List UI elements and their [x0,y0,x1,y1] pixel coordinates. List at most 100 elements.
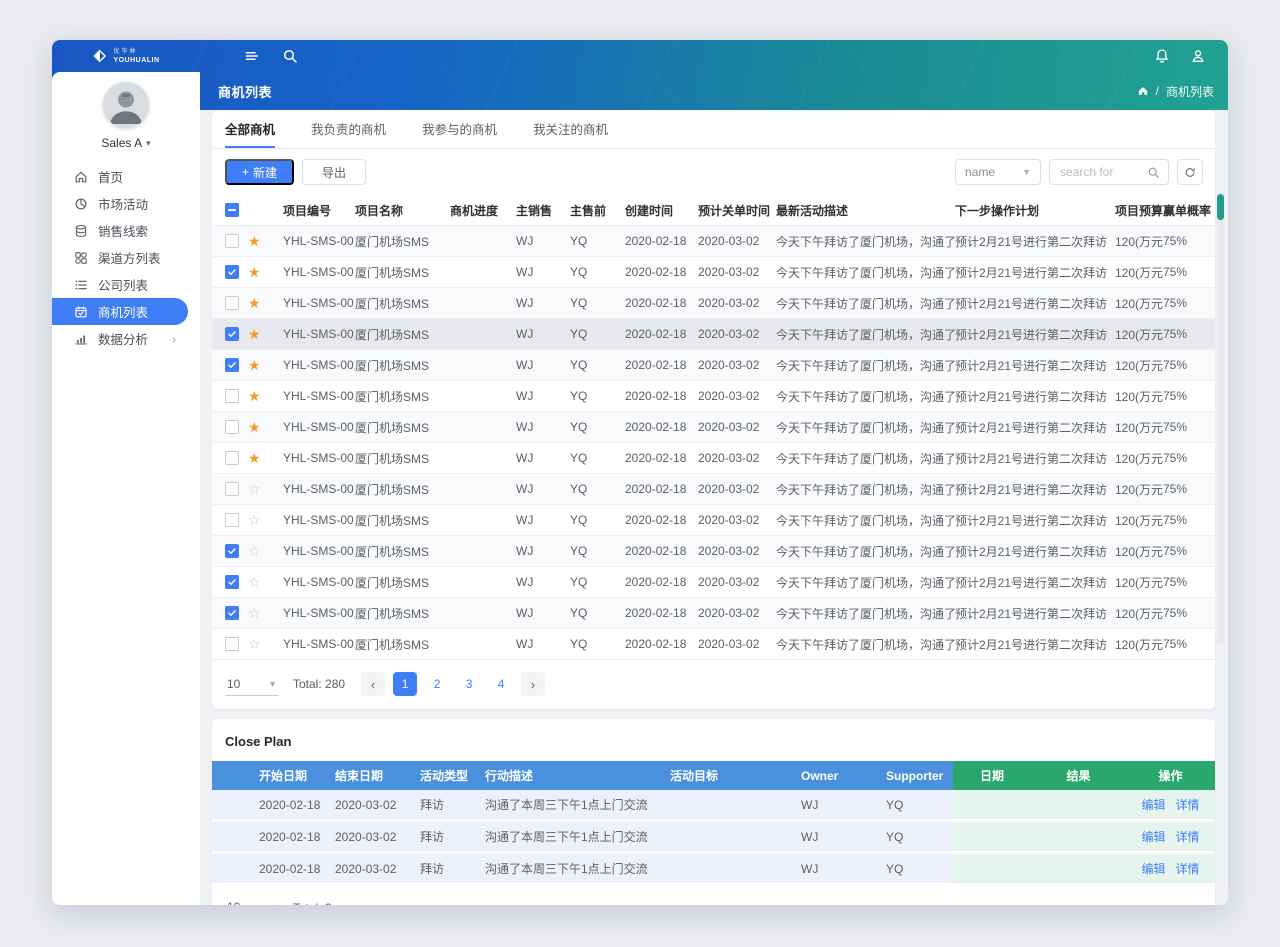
star-icon[interactable]: ☆ [248,513,261,527]
row-checkbox[interactable] [225,265,239,279]
scrollbar-thumb[interactable] [1217,194,1224,220]
latest-activity: 今天下午拜访了厦门机场，沟通了细节 [776,319,955,350]
star-icon[interactable]: ☆ [248,575,261,589]
table-row: ★YHL-SMS-001厦门机场SMSWJYQ2020-02-182020-03… [212,350,1215,381]
search-input[interactable] [1058,164,1147,180]
star-icon[interactable]: ☆ [248,637,261,651]
close-plan-page-size-select[interactable]: 10 ▼ [225,896,279,905]
filter-field-value: name [965,165,995,179]
sidebar-item-list[interactable]: 公司列表 [52,271,188,298]
row-checkbox[interactable] [225,637,239,651]
main-presales: YQ [570,474,625,505]
sidebar-item-chart[interactable]: 数据分析› [52,325,188,352]
star-icon[interactable]: ★ [248,327,261,341]
select-all-checkbox[interactable] [225,203,239,217]
breadcrumb-current[interactable]: 商机列表 [1166,83,1214,100]
column-header: 项目编号 [283,195,355,226]
expected-close-time: 2020-03-02 [698,567,776,598]
owner-cell: WJ [793,790,878,821]
project-code: YHL-SMS-001 [283,288,355,319]
profile: Sales A ▾ [52,72,200,150]
star-icon[interactable]: ☆ [248,544,261,558]
star-icon[interactable]: ★ [248,234,261,248]
sidebar-item-channel[interactable]: 渠道方列表 [52,244,188,271]
search-icon[interactable] [1147,166,1160,179]
page-number[interactable]: 4 [489,672,513,696]
filter-field-select[interactable]: name ▼ [955,159,1041,185]
row-checkbox[interactable] [225,606,239,620]
detail-link[interactable]: 详情 [1176,862,1200,876]
row-checkbox[interactable] [225,544,239,558]
row-checkbox[interactable] [225,296,239,310]
star-icon[interactable]: ★ [248,451,261,465]
bell-icon[interactable] [1154,48,1170,64]
main-sales: WJ [516,288,570,319]
menu-icon[interactable] [244,48,260,64]
star-icon[interactable]: ★ [248,265,261,279]
avatar[interactable] [103,82,149,128]
created-time: 2020-02-18 [625,629,698,660]
opportunity-progress [450,350,516,381]
next-step-plan: 预计2月21号进行第二次拜访 [955,536,1115,567]
row-checkbox[interactable] [225,327,239,341]
main-presales: YQ [570,319,625,350]
edit-link[interactable]: 编辑 [1141,862,1165,876]
page-number[interactable]: 1 [393,672,417,696]
row-checkbox[interactable] [225,389,239,403]
search-icon[interactable] [282,48,298,64]
app-window: 优华林 YOUHUALIN [52,40,1228,905]
channel-icon [74,251,88,265]
close-plan-header-row: 开始日期结束日期活动类型行动描述活动目标OwnerSupporter日期结果操作 [212,761,1215,790]
export-button[interactable]: 导出 [302,159,366,185]
user-icon[interactable] [1190,48,1206,64]
sidebar-item-database[interactable]: 销售线索 [52,217,188,244]
row-checkbox[interactable] [225,358,239,372]
star-icon[interactable]: ★ [248,389,261,403]
home-icon[interactable] [1137,85,1149,97]
opportunity-progress [450,536,516,567]
chart-icon [74,332,88,346]
expected-close-time: 2020-03-02 [698,319,776,350]
row-checkbox[interactable] [225,234,239,248]
activity-type: 拜访 [412,853,477,885]
total-value: 280 [325,677,345,691]
logo[interactable]: 优华林 YOUHUALIN [52,48,200,64]
tab-item[interactable]: 我关注的商机 [533,110,608,148]
user-menu[interactable]: Sales A ▾ [101,136,150,150]
detail-link[interactable]: 详情 [1176,830,1200,844]
sidebar-item-campaign[interactable]: 市场活动 [52,190,188,217]
row-checkbox[interactable] [225,451,239,465]
tab-item[interactable]: 全部商机 [225,110,275,148]
close-plan-column-header: Owner [793,761,878,790]
expected-close-time: 2020-03-02 [698,226,776,257]
tab-item[interactable]: 我参与的商机 [422,110,497,148]
page-number[interactable]: 2 [425,672,449,696]
prev-page-button[interactable]: ‹ [361,672,385,696]
star-icon[interactable]: ★ [248,420,261,434]
chevron-down-icon: ▼ [268,679,277,689]
row-checkbox[interactable] [225,575,239,589]
tab-item[interactable]: 我负责的商机 [311,110,386,148]
sidebar-item-calendar[interactable]: 商机列表 [52,298,188,325]
refresh-button[interactable] [1177,159,1203,185]
star-icon[interactable]: ★ [248,358,261,372]
sidebar-item-home[interactable]: 首页 [52,163,188,190]
star-icon[interactable]: ☆ [248,606,261,620]
row-checkbox[interactable] [225,420,239,434]
expected-close-time: 2020-03-02 [698,381,776,412]
detail-link[interactable]: 详情 [1176,798,1200,812]
star-icon[interactable]: ☆ [248,482,261,496]
page-number[interactable]: 3 [457,672,481,696]
main-sales: WJ [516,319,570,350]
row-checkbox[interactable] [225,513,239,527]
new-button[interactable]: + 新建 [225,159,294,185]
expected-close-time: 2020-03-02 [698,629,776,660]
close-plan-row: 2020-02-182020-03-02拜访沟通了本周三下午1点上门交流WJYQ… [212,853,1215,885]
next-page-button[interactable]: › [521,672,545,696]
scrollbar-track[interactable] [1217,194,1224,644]
edit-link[interactable]: 编辑 [1141,830,1165,844]
star-icon[interactable]: ★ [248,296,261,310]
page-size-select[interactable]: 10 ▼ [225,673,279,696]
row-checkbox[interactable] [225,482,239,496]
edit-link[interactable]: 编辑 [1141,798,1165,812]
